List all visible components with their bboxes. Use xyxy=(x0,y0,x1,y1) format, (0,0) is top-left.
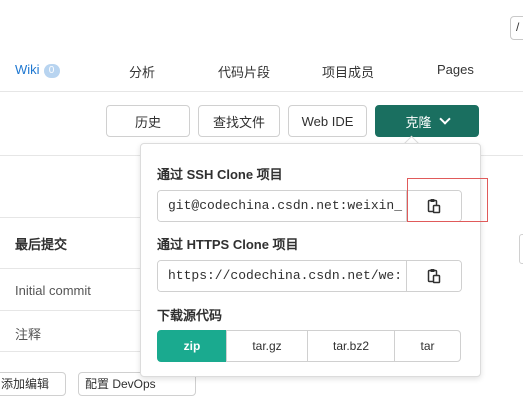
clipboard-icon xyxy=(427,269,441,284)
history-button[interactable]: 历史 xyxy=(106,105,190,137)
nav-wiki-label: Wiki xyxy=(15,62,40,77)
nav-members[interactable]: 项目成员 xyxy=(322,62,374,81)
https-url-group: https://codechina.csdn.net/we: xyxy=(157,260,462,292)
clone-button[interactable]: 克隆 xyxy=(375,105,479,137)
table-top-divider xyxy=(0,155,140,156)
table-header-bottom xyxy=(0,268,140,269)
download-tar-button[interactable]: tar xyxy=(394,330,461,362)
ssh-clone-title: 通过 SSH Clone 项目 xyxy=(157,167,283,182)
nav-analysis[interactable]: 分析 xyxy=(129,62,155,81)
clone-button-label: 克隆 xyxy=(405,114,432,130)
table-row-divider xyxy=(0,310,140,311)
https-clone-title: 通过 HTTPS Clone 项目 xyxy=(157,237,299,252)
annotation-highlight-box xyxy=(407,178,488,222)
top-right-control[interactable]: / xyxy=(510,16,523,40)
project-nav: Wiki 0 分析 代码片段 项目成员 Pages xyxy=(0,46,523,92)
last-commit-header: 最后提交 xyxy=(15,237,68,252)
download-source-title: 下载源代码 xyxy=(157,308,223,323)
table-header-top xyxy=(0,217,140,218)
web-ide-button[interactable]: Web IDE xyxy=(288,105,367,137)
find-file-button[interactable]: 查找文件 xyxy=(198,105,280,137)
add-edit-button[interactable]: 添加编辑 xyxy=(0,372,66,396)
https-url-field[interactable]: https://codechina.csdn.net/we: xyxy=(158,261,405,291)
nav-pages[interactable]: Pages xyxy=(437,62,474,77)
corner-glyph: / xyxy=(516,20,520,34)
side-control[interactable] xyxy=(519,234,523,264)
nav-snippets[interactable]: 代码片段 xyxy=(218,62,270,81)
table-row[interactable]: 注释 xyxy=(15,324,41,343)
top-bar xyxy=(0,0,523,46)
chevron-down-icon xyxy=(438,113,451,125)
https-copy-button[interactable] xyxy=(406,261,461,291)
wiki-count-badge: 0 xyxy=(43,64,60,78)
table-row[interactable]: Initial commit xyxy=(15,283,91,298)
nav-wiki[interactable]: Wiki 0 xyxy=(15,62,60,78)
table-row-divider xyxy=(0,351,140,352)
download-tar-bz2-button[interactable]: tar.bz2 xyxy=(307,330,395,362)
download-zip-button[interactable]: zip xyxy=(157,330,227,362)
ssh-url-field[interactable]: git@codechina.csdn.net:weixin_ xyxy=(158,191,405,221)
right-divider xyxy=(479,155,523,156)
download-tar-gz-button[interactable]: tar.gz xyxy=(226,330,308,362)
